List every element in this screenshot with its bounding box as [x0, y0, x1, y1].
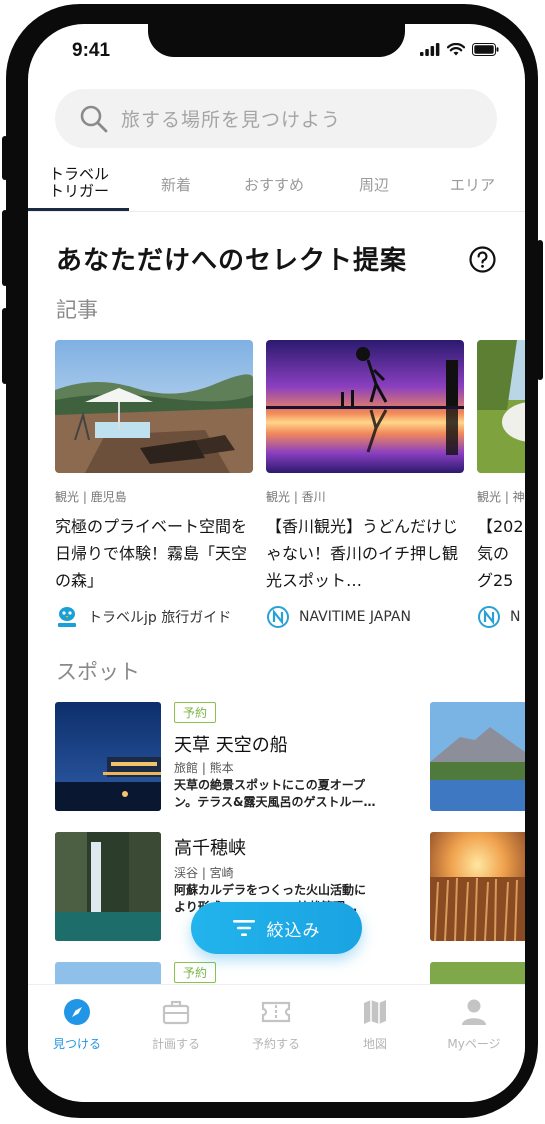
article-card[interactable]: 観光 | 香川 【香川観光】うどんだけじゃない！香川のイチ押し観光スポット… N… [266, 340, 464, 629]
spot-name: 高千穂峡 [174, 838, 246, 859]
article-image [266, 340, 464, 473]
search-bar[interactable]: 旅する場所を見つけよう [55, 89, 497, 148]
category-tabs: トラベル トリガー 新着 おすすめ 周辺 エリア [28, 162, 525, 212]
navitime-logo [478, 606, 500, 628]
article-title: 究極のプライベート空間を日帰りで体験！霧島「天空の森」 [55, 517, 248, 590]
nav-map[interactable]: 地図 [335, 997, 415, 1052]
nav-mypage[interactable]: Myページ [434, 997, 514, 1052]
spot-image [55, 702, 161, 811]
search-icon [80, 105, 108, 132]
article-source: トラベルjp 旅行ガイド [55, 605, 253, 629]
nav-label: 計画する [151, 1037, 200, 1051]
signal-icon [420, 43, 440, 56]
spot-category: 渓谷 | 宮崎 [174, 866, 234, 880]
spot-description-line: ン。テラス&露天風呂のゲストルー… [174, 795, 376, 809]
spot-image [55, 832, 161, 941]
screen: 9:41 旅する場所を見つけよう トラベル トリガー 新着 おすすめ 周辺 エリ… [28, 24, 525, 1102]
nav-label: Myページ [447, 1037, 501, 1051]
article-category: 観光 | 香川 [266, 490, 326, 504]
article-title: 【202気のグ25選 [477, 513, 523, 594]
article-card[interactable]: 観光 | 神 【202気のグ25選 N [477, 340, 525, 629]
search-placeholder: 旅する場所を見つけよう [121, 109, 342, 131]
reserve-badge: 予約 [174, 962, 217, 983]
spot-description: 天草の絶景スポットにこの夏オープ ン。テラス&露天風呂のゲストルー… [174, 777, 414, 811]
article-card[interactable]: 観光 | 鹿児島 究極のプライベート空間を日帰りで体験！霧島「天空の森」 トラベ… [55, 340, 253, 629]
nav-plan[interactable]: 計画する [136, 997, 216, 1052]
filter-label: 絞込み [266, 920, 321, 941]
compass-icon [64, 999, 90, 1025]
section-label-articles: 記事 [56, 298, 98, 322]
nav-label: 見つける [52, 1037, 101, 1051]
tab-nearby[interactable]: 周辺 [359, 174, 389, 195]
article-category: 観光 | 鹿児島 [55, 490, 127, 504]
nav-book[interactable]: 予約する [236, 997, 316, 1052]
spot-description-line: 阿蘇カルデラをつくった火山活動に [174, 883, 367, 897]
notch [148, 24, 405, 57]
article-source-name: NAVITIME JAPAN [299, 609, 411, 625]
article-source: N [477, 605, 525, 629]
article-image [55, 340, 253, 473]
tab-travel-trigger[interactable]: トラベル トリガー [46, 166, 112, 200]
help-icon[interactable] [469, 246, 496, 273]
active-tab-indicator [28, 208, 129, 211]
wifi-icon [447, 43, 465, 56]
bottom-nav: 見つける 計画する 予約する 地図 Myページ [28, 984, 525, 1102]
person-icon [462, 999, 486, 1025]
page-title: あなただけへのセレクト提案 [56, 246, 408, 276]
nav-discover[interactable]: 見つける [37, 997, 117, 1052]
spot-item[interactable]: 予約 天草 天空の船 旅館 | 熊本 天草の絶景スポットにこの夏オープ ン。テラ… [55, 702, 425, 811]
article-source-name: トラベルjp 旅行ガイド [88, 610, 232, 626]
spot-image-next[interactable] [430, 832, 525, 941]
spot-category: 旅館 | 熊本 [174, 761, 234, 775]
status-time: 9:41 [72, 40, 111, 61]
nav-label: 予約する [251, 1037, 300, 1051]
briefcase-icon [162, 1000, 190, 1025]
spot-image-next[interactable] [430, 702, 525, 811]
tab-recommended[interactable]: おすすめ [244, 174, 304, 195]
article-title: 【香川観光】うどんだけじゃない！香川のイチ押し観光スポット… [266, 517, 459, 590]
article-source: NAVITIME JAPAN [266, 605, 464, 629]
reserve-badge: 予約 [174, 702, 217, 723]
article-category: 観光 | 神 [477, 490, 525, 504]
battery-icon [472, 43, 499, 56]
article-image [477, 340, 525, 473]
map-icon [364, 1000, 386, 1024]
article-source-name: N [510, 609, 521, 625]
filter-button[interactable]: 絞込み [191, 902, 362, 954]
section-label-spots: スポット [56, 660, 140, 684]
spot-description-line: 天草の絶景スポットにこの夏オープ [174, 778, 366, 792]
nav-label: 地図 [362, 1037, 387, 1051]
spot-name: 天草 天空の船 [174, 735, 288, 756]
tab-new[interactable]: 新着 [161, 174, 191, 195]
tab-area[interactable]: エリア [450, 174, 495, 195]
phone-frame: 9:41 旅する場所を見つけよう トラベル トリガー 新着 おすすめ 周辺 エリ… [6, 4, 538, 1118]
travel-jp-logo [58, 607, 76, 627]
filter-icon [232, 920, 255, 936]
status-icons [420, 43, 499, 56]
navitime-logo [267, 606, 289, 628]
article-title-text: 【202気のグ25選 [477, 517, 523, 590]
ticket-icon [261, 1001, 291, 1023]
